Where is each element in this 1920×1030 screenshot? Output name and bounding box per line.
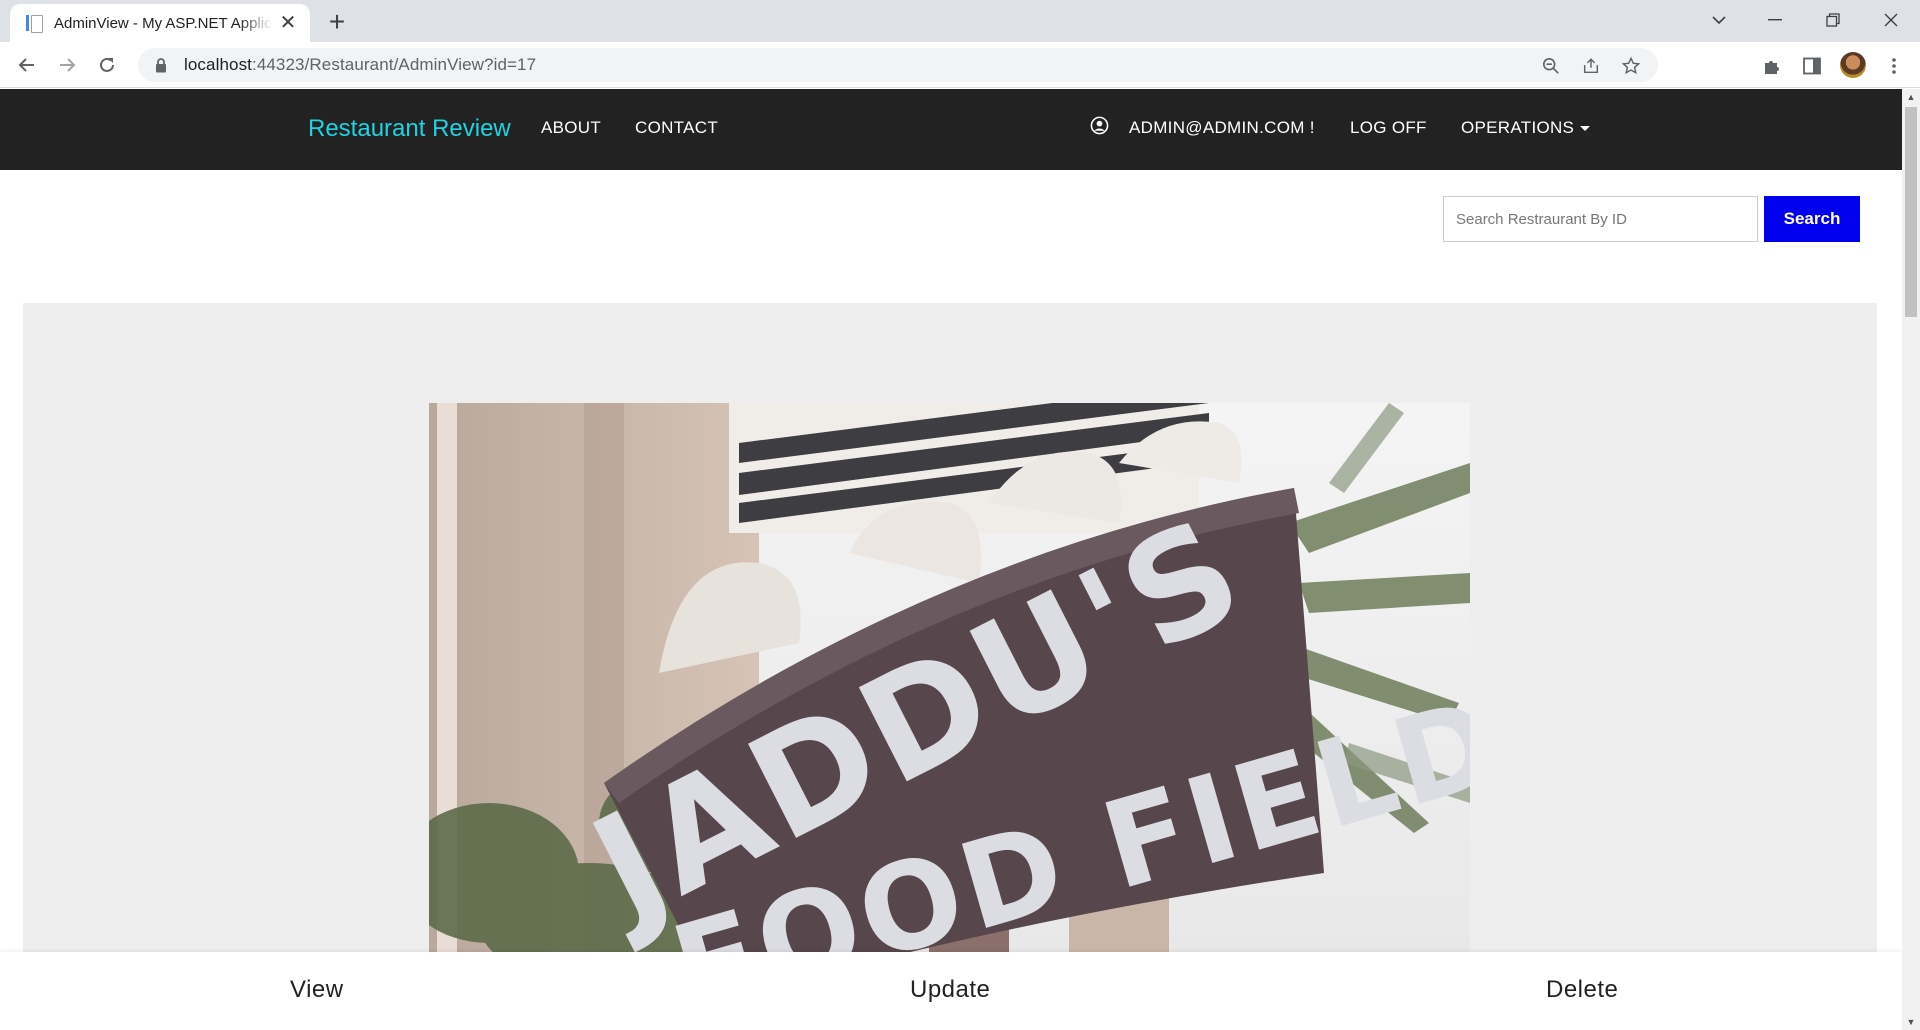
restaurant-photo: JADDU'S FOOD FIELD	[429, 403, 1470, 963]
url-text: localhost:44323/Restaurant/AdminView?id=…	[184, 55, 537, 74]
page-scrollbar[interactable]: ▲ ▼	[1902, 89, 1920, 1030]
minimize-window-icon[interactable]	[1752, 4, 1798, 36]
reload-icon[interactable]	[92, 50, 122, 80]
scroll-down-arrow-icon[interactable]: ▼	[1902, 1014, 1920, 1030]
action-bar: View Update Delete	[0, 952, 1902, 1030]
scroll-up-arrow-icon[interactable]: ▲	[1902, 89, 1920, 105]
nav-link-log-off[interactable]: LOG OFF	[1350, 118, 1427, 138]
lock-icon[interactable]	[152, 56, 170, 74]
caret-down-icon	[1580, 126, 1591, 132]
nav-link-about[interactable]: ABOUT	[541, 118, 601, 138]
site-navbar: Restaurant Review ABOUT CONTACT ADMIN@AD…	[0, 89, 1902, 170]
scrollbar-thumb[interactable]	[1905, 107, 1917, 317]
page-viewport: Restaurant Review ABOUT CONTACT ADMIN@AD…	[0, 89, 1902, 1030]
profile-avatar[interactable]	[1840, 52, 1866, 78]
browser-tab-active[interactable]: AdminView - My ASP.NET Application ✕	[10, 4, 310, 42]
search-button[interactable]: Search	[1764, 196, 1860, 242]
browser-tab-strip: AdminView - My ASP.NET Application ✕ +	[0, 0, 1920, 42]
operations-dropdown[interactable]: OPERATIONS	[1461, 118, 1591, 138]
zoom-icon[interactable]	[1540, 55, 1562, 77]
close-window-icon[interactable]	[1868, 4, 1914, 36]
view-button[interactable]: View	[290, 976, 344, 1004]
brand-link[interactable]: Restaurant Review	[308, 115, 511, 143]
restaurant-jumbotron: JADDU'S FOOD FIELD	[23, 303, 1877, 1030]
back-arrow-icon[interactable]	[12, 50, 42, 80]
tab-close-icon[interactable]: ✕	[278, 13, 298, 33]
restore-window-icon[interactable]	[1810, 4, 1856, 36]
operations-label: OPERATIONS	[1461, 118, 1575, 137]
extensions-icon[interactable]	[1760, 54, 1784, 78]
delete-button[interactable]: Delete	[1546, 976, 1618, 1004]
restaurant-sign-image: JADDU'S FOOD FIELD	[429, 403, 1470, 963]
new-tab-button[interactable]: +	[322, 8, 352, 38]
update-button[interactable]: Update	[910, 976, 990, 1004]
side-panel-icon[interactable]	[1800, 54, 1824, 78]
nav-link-user-account[interactable]: ADMIN@ADMIN.COM !	[1129, 118, 1315, 138]
tab-search-chevron-icon[interactable]	[1696, 4, 1742, 36]
browser-toolbar: localhost:44323/Restaurant/AdminView?id=…	[0, 42, 1920, 88]
tab-title: AdminView - My ASP.NET Application	[54, 14, 272, 32]
menu-dots-icon[interactable]	[1882, 54, 1906, 78]
page-favicon-icon	[24, 14, 43, 33]
bookmark-star-icon[interactable]	[1620, 55, 1642, 77]
search-restaurant-input[interactable]	[1443, 196, 1758, 242]
share-icon[interactable]	[1580, 55, 1602, 77]
user-circle-icon	[1090, 116, 1109, 135]
forward-arrow-icon[interactable]	[52, 50, 82, 80]
nav-link-contact[interactable]: CONTACT	[635, 118, 718, 138]
address-bar[interactable]: localhost:44323/Restaurant/AdminView?id=…	[138, 48, 1658, 82]
